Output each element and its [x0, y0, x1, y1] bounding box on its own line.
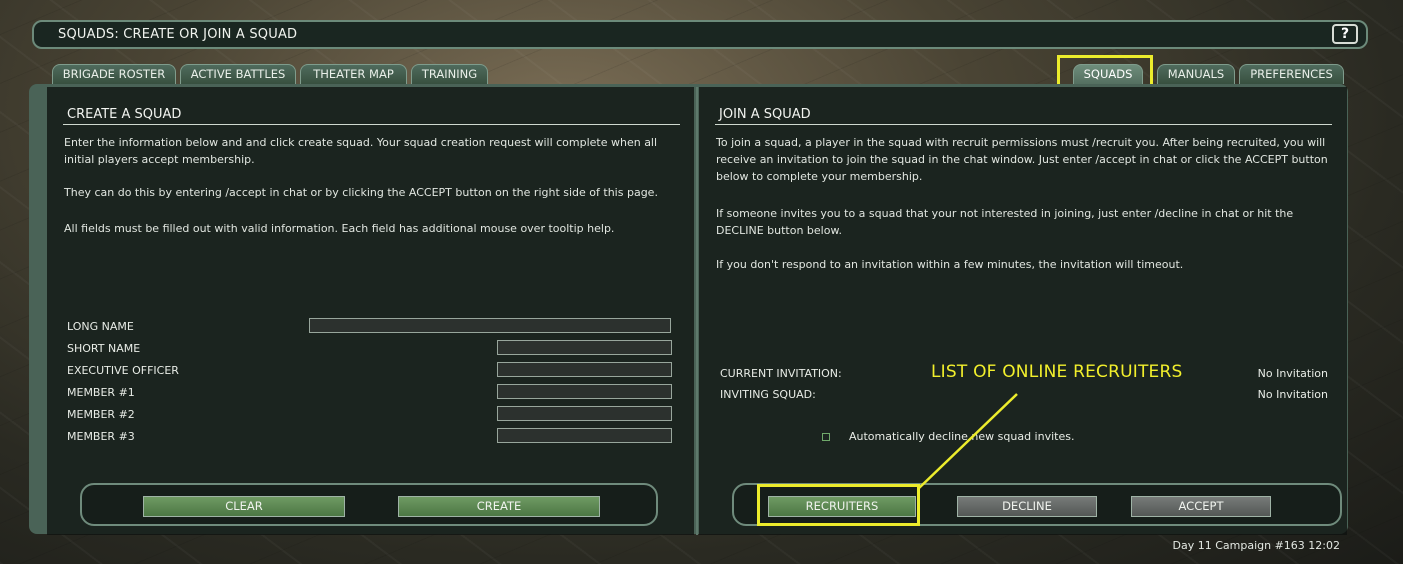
- help-button[interactable]: ?: [1332, 24, 1358, 44]
- accept-button[interactable]: ACCEPT: [1131, 496, 1271, 517]
- join-squad-timeout-note: If you don't respond to an invitation wi…: [716, 258, 1184, 271]
- member-2-label: MEMBER #2: [67, 408, 135, 421]
- panel-divider: [696, 87, 698, 535]
- annotation-label: LIST OF ONLINE RECRUITERS: [931, 362, 1183, 382]
- window-title-bar: SQUADS: CREATE OR JOIN A SQUAD ?: [32, 20, 1368, 49]
- clear-button[interactable]: CLEAR: [143, 496, 345, 517]
- join-squad-rule: [715, 124, 1332, 125]
- member-3-input[interactable]: [497, 428, 672, 443]
- auto-decline-checkbox[interactable]: [822, 433, 830, 441]
- create-button[interactable]: CREATE: [398, 496, 600, 517]
- window-title: SQUADS: CREATE OR JOIN A SQUAD: [58, 27, 298, 42]
- current-invitation-label: CURRENT INVITATION:: [720, 367, 842, 380]
- create-squad-fields-note: All fields must be filled out with valid…: [64, 222, 615, 235]
- member-1-label: MEMBER #1: [67, 386, 135, 399]
- member-3-label: MEMBER #3: [67, 430, 135, 443]
- tab-preferences[interactable]: PREFERENCES: [1239, 64, 1344, 84]
- member-2-input[interactable]: [497, 406, 672, 421]
- current-invitation-value: No Invitation: [1257, 367, 1328, 380]
- recruiters-highlight: [757, 484, 920, 526]
- join-squad-title: JOIN A SQUAD: [719, 107, 811, 122]
- tab-training[interactable]: TRAINING: [411, 64, 488, 84]
- short-name-label: SHORT NAME: [67, 342, 141, 355]
- long-name-label: LONG NAME: [67, 320, 134, 333]
- tab-brigade-roster[interactable]: BRIGADE ROSTER: [52, 64, 176, 84]
- inviting-squad-value: No Invitation: [1257, 388, 1328, 401]
- create-squad-accept-note: They can do this by entering /accept in …: [64, 186, 658, 199]
- campaign-status: Day 11 Campaign #163 12:02: [1172, 539, 1341, 552]
- executive-officer-label: EXECUTIVE OFFICER: [67, 364, 179, 377]
- create-squad-intro: Enter the information below and and clic…: [64, 136, 658, 166]
- tab-active-battles[interactable]: ACTIVE BATTLES: [180, 64, 296, 84]
- executive-officer-input[interactable]: [497, 362, 672, 377]
- tab-manuals[interactable]: MANUALS: [1157, 64, 1235, 84]
- long-name-input[interactable]: [309, 318, 671, 333]
- decline-button[interactable]: DECLINE: [957, 496, 1097, 517]
- member-1-input[interactable]: [497, 384, 672, 399]
- auto-decline-label: Automatically decline new squad invites.: [849, 430, 1075, 443]
- short-name-input[interactable]: [497, 340, 672, 355]
- join-squad-intro: To join a squad, a player in the squad w…: [716, 136, 1328, 183]
- create-squad-rule: [63, 124, 680, 125]
- tab-theater-map[interactable]: THEATER MAP: [300, 64, 407, 84]
- inviting-squad-label: INVITING SQUAD:: [720, 388, 816, 401]
- join-squad-decline-note: If someone invites you to a squad that y…: [716, 207, 1294, 237]
- create-squad-title: CREATE A SQUAD: [67, 107, 182, 122]
